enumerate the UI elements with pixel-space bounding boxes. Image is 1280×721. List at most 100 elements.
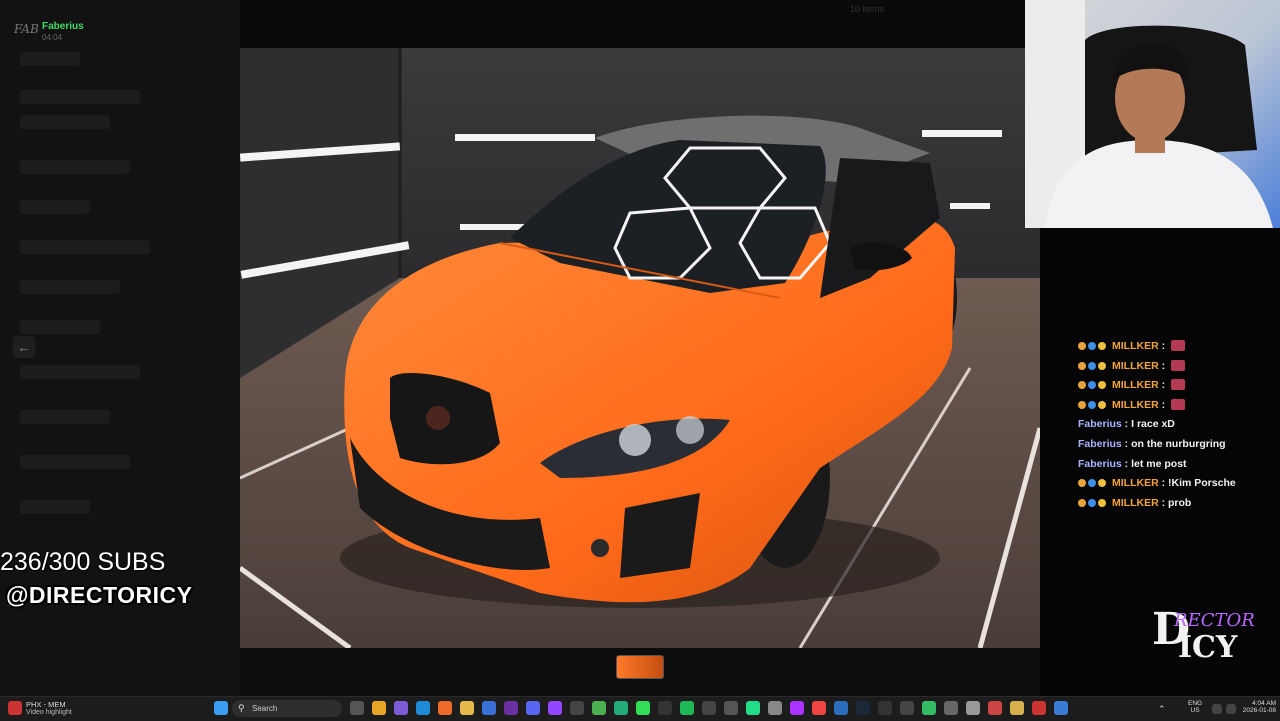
- chat-message: MILLKER : prob: [1078, 497, 1191, 509]
- app-title: PHX - MEM: [26, 700, 66, 709]
- car-photo-illustration: [240, 48, 1040, 648]
- chat-message: Faberius : let me post: [1078, 458, 1187, 470]
- badge-icon: [1088, 479, 1096, 488]
- pinned-app-icon[interactable]: [1010, 701, 1024, 715]
- pinned-app-icon[interactable]: [394, 701, 408, 715]
- badge-icon: [1098, 400, 1106, 409]
- webcam-feed: [1025, 0, 1280, 228]
- pinned-app-icon[interactable]: [988, 701, 1002, 715]
- chat-username[interactable]: MILLKER: [1112, 340, 1159, 352]
- chrome-icon[interactable]: [592, 701, 606, 715]
- windows-taskbar: PHX - MEM Video highlight ⚲ Search ⌃ ENG…: [0, 696, 1280, 721]
- sidebar-row: [20, 500, 90, 514]
- director-icy-logo: D RECTOR ICY: [1150, 604, 1255, 676]
- emote-icon: [1171, 379, 1186, 391]
- epic-games-icon[interactable]: [900, 701, 914, 715]
- pinned-app-icon[interactable]: [372, 701, 386, 715]
- clock-time: 4:04 AM: [1252, 700, 1276, 707]
- pinned-app-icon[interactable]: [944, 701, 958, 715]
- chat-message: MILLKER :: [1078, 379, 1186, 391]
- badge-icon: [1098, 361, 1106, 370]
- chat-badges: [1078, 497, 1108, 509]
- pinned-app-icon[interactable]: [812, 701, 826, 715]
- chat-separator: :: [1121, 418, 1132, 431]
- badge-icon: [1088, 498, 1096, 507]
- clock[interactable]: 4:04 AM 2026-01-08: [1240, 700, 1276, 714]
- sidebar-row: [20, 410, 110, 424]
- sidebar-row: [20, 365, 140, 379]
- chat-username[interactable]: MILLKER: [1112, 399, 1159, 411]
- badge-icon: [1078, 361, 1086, 370]
- emote-icon: [1171, 398, 1186, 410]
- twitch-icon[interactable]: [548, 701, 562, 715]
- chat-message: Faberius : I race xD: [1078, 418, 1175, 430]
- pinned-app-icon[interactable]: [1032, 701, 1046, 715]
- badge-icon: [1078, 381, 1086, 390]
- firefox-icon[interactable]: [438, 701, 452, 715]
- chat-separator: :: [1158, 340, 1169, 352]
- image-thumbnail[interactable]: [616, 655, 664, 679]
- pinned-app-icon[interactable]: [768, 701, 782, 715]
- chat-separator: :: [1158, 496, 1169, 509]
- chat-message: Faberius : on the nurburgring: [1078, 438, 1226, 450]
- pinned-app-icon[interactable]: [922, 701, 936, 715]
- sidebar-row: [20, 90, 140, 104]
- app-tray-icon[interactable]: [8, 701, 22, 715]
- pinned-app-icon[interactable]: [1054, 701, 1068, 715]
- chat-username[interactable]: MILLKER: [1112, 360, 1159, 372]
- chevron-up-icon[interactable]: ⌃: [1158, 704, 1166, 715]
- chat-message: MILLKER :: [1078, 398, 1186, 411]
- chat-separator: :: [1121, 438, 1132, 450]
- chat-text: let me post: [1131, 457, 1187, 470]
- badge-icon: [1098, 342, 1106, 350]
- chat-separator: :: [1158, 398, 1169, 411]
- pinned-app-icon[interactable]: [504, 701, 518, 715]
- chat-text: I race xD: [1131, 418, 1175, 431]
- pinned-app-icon[interactable]: [570, 701, 584, 715]
- pinned-app-icon[interactable]: [702, 701, 716, 715]
- sidebar-row: [20, 455, 130, 469]
- chat-username[interactable]: MILLKER: [1112, 379, 1159, 391]
- pinned-app-icon[interactable]: [790, 701, 804, 715]
- fab-logo: FAB: [14, 22, 39, 36]
- chat-separator: :: [1121, 457, 1132, 470]
- chat-username[interactable]: MILLKER: [1112, 477, 1159, 489]
- language-code: ENG: [1188, 700, 1203, 707]
- search-icon: ⚲: [238, 703, 245, 713]
- sidebar-row: [20, 200, 90, 214]
- viewer-top-bar: 10 items: [240, 0, 1025, 48]
- spotify-icon[interactable]: [680, 701, 694, 715]
- start-button-icon[interactable]: [214, 701, 228, 715]
- pinned-app-icon[interactable]: [878, 701, 892, 715]
- chat-badges: [1078, 340, 1108, 352]
- edge-icon[interactable]: [416, 701, 430, 715]
- chat-username[interactable]: MILLKER: [1112, 497, 1159, 509]
- pinned-app-icon[interactable]: [966, 701, 980, 715]
- badge-icon: [1098, 381, 1106, 390]
- taskbar-search[interactable]: ⚲ Search: [232, 700, 342, 717]
- steam-icon[interactable]: [834, 701, 848, 715]
- file-explorer-icon[interactable]: [460, 701, 474, 715]
- pinned-app-icon[interactable]: [856, 701, 870, 715]
- sidebar-row: [20, 240, 150, 254]
- obs-icon[interactable]: [658, 701, 672, 715]
- pinned-app-icon[interactable]: [482, 701, 496, 715]
- pinned-app-icon[interactable]: [614, 701, 628, 715]
- clock-date: 2026-01-08: [1242, 707, 1276, 714]
- chat-username[interactable]: Faberius: [1078, 458, 1122, 470]
- sidebar-row: [20, 115, 110, 129]
- pinned-app-icon[interactable]: [746, 701, 760, 715]
- chat-username[interactable]: Faberius: [1078, 438, 1122, 450]
- wifi-icon[interactable]: [1212, 704, 1222, 714]
- volume-icon[interactable]: [1226, 704, 1236, 714]
- language-indicator[interactable]: ENG US: [1188, 700, 1202, 714]
- task-view-icon[interactable]: [350, 701, 364, 715]
- badge-icon: [1088, 381, 1096, 390]
- discord-icon[interactable]: [526, 701, 540, 715]
- pinned-app-icon[interactable]: [636, 701, 650, 715]
- sidebar-row: [20, 320, 100, 334]
- previous-arrow-icon[interactable]: ←: [13, 336, 35, 358]
- chat-username[interactable]: Faberius: [1078, 418, 1122, 430]
- badge-icon: [1078, 479, 1086, 488]
- pinned-app-icon[interactable]: [724, 701, 738, 715]
